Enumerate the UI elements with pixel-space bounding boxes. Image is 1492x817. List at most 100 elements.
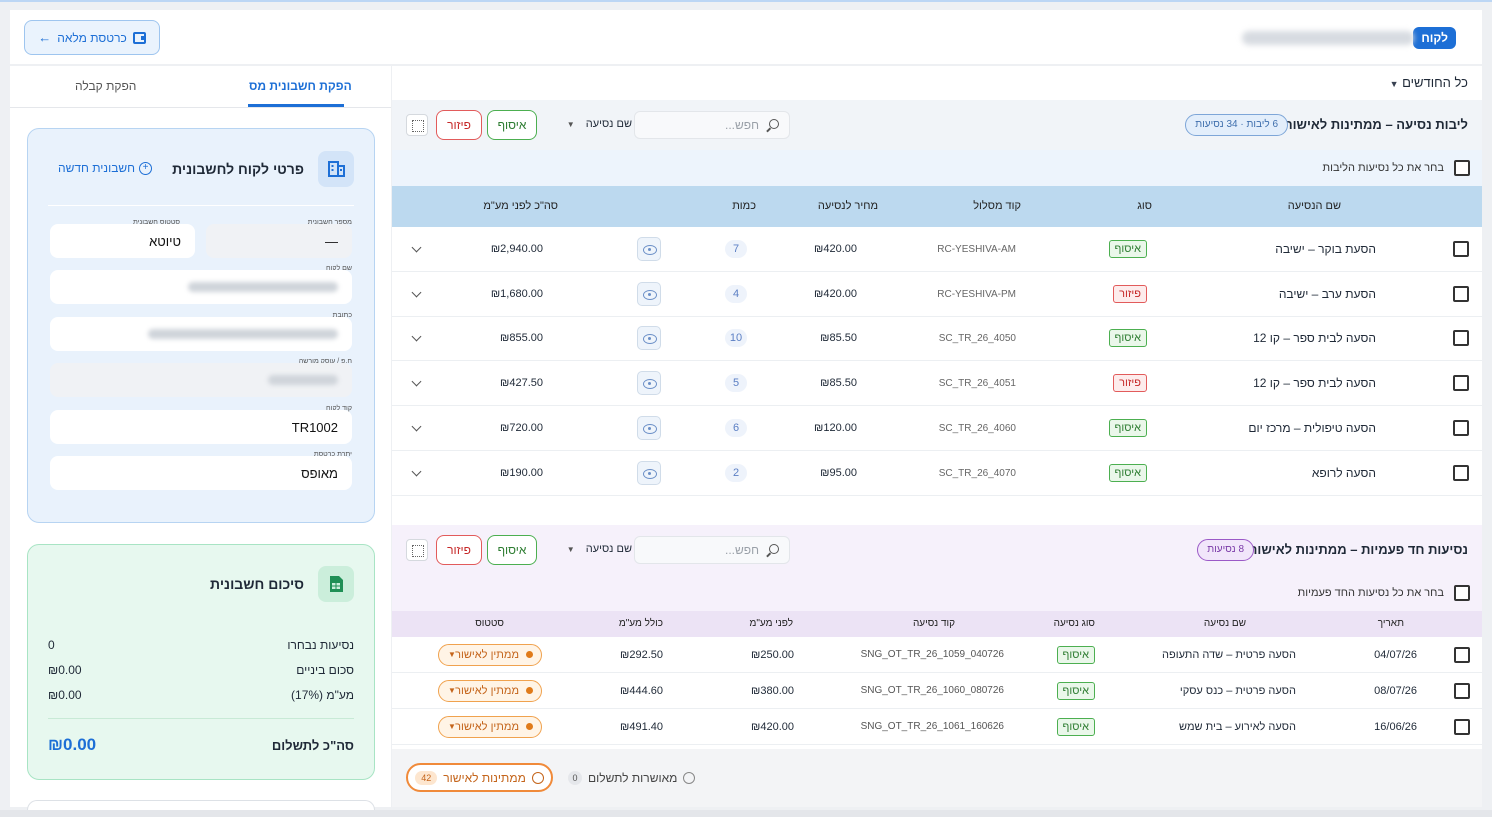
- row-checkbox[interactable]: [1453, 464, 1469, 481]
- table-row[interactable]: הסעת ערב – ישיבה פיזור RC-YESHIVA-PM ₪420.0…: [392, 272, 1482, 317]
- new-invoice-button[interactable]: + חשבונית חדשה: [58, 161, 153, 175]
- oneoff-select-all[interactable]: בחר את כל נסיעות החד פעמיות: [392, 575, 1482, 611]
- plus-circle-icon: +: [139, 161, 153, 175]
- escort-pickup-filter[interactable]: איסוף: [487, 110, 537, 140]
- pending-tab[interactable]: ממתינות לאישור 42: [406, 763, 553, 792]
- row-checkbox[interactable]: [1454, 719, 1470, 735]
- customer-name-field[interactable]: [50, 270, 352, 304]
- trip-qty: 10: [725, 329, 747, 348]
- table-row[interactable]: 04/07/26 הסעה פרטית – שדה התעופה איסוף SNG_…: [392, 637, 1482, 673]
- escort-table-header: שם הנסיעה סוג קוד מסלול מחיר לנסיעה כמות…: [392, 186, 1482, 227]
- trip-date: 08/07/26: [1374, 685, 1417, 697]
- row-checkbox[interactable]: [1453, 419, 1469, 436]
- route-code: SC_TR_26_4050: [938, 333, 1016, 345]
- table-row[interactable]: הסעה לבית ספר – קו 12 איסוף SC_TR_26_4050 ₪…: [392, 316, 1482, 362]
- select-all-checkbox[interactable]: [1454, 160, 1470, 176]
- chevron-down-icon[interactable]: [411, 242, 422, 253]
- trip-total: ₪855.00: [500, 332, 543, 345]
- table-row[interactable]: הסעה לבית ספר – קו 12 פיזור SC_TR_26_4051 ₪…: [392, 361, 1482, 407]
- escort-dropoff-filter[interactable]: פיזור: [436, 110, 482, 140]
- eye-icon[interactable]: [637, 415, 661, 440]
- oneoff-sort-select[interactable]: שם נסיעה ▼: [552, 543, 632, 555]
- pending-count: 42: [415, 770, 438, 785]
- eye-icon[interactable]: [637, 460, 661, 485]
- row-checkbox[interactable]: [1454, 647, 1470, 663]
- escort-select-all[interactable]: בחר את כל נסיעות הליבות: [392, 150, 1482, 186]
- customer-pill: לקוח: [1413, 27, 1456, 49]
- bottom-edge: [0, 810, 1492, 817]
- status-dropdown[interactable]: ממתין לאישור ▼: [438, 680, 542, 702]
- row-checkbox[interactable]: [1453, 375, 1469, 392]
- status-tabs-bar: מאושרות לתשלום 0 ממתינות לאישור 42: [392, 749, 1482, 807]
- trip-date: 04/07/26: [1374, 649, 1417, 661]
- company-id-field: [50, 363, 352, 397]
- expand-icon[interactable]: [406, 114, 428, 136]
- invoice-summary-card: סיכום חשבונית נסיעות נבחרו 0 סכום ביניים…: [27, 544, 375, 780]
- oneoff-table-body: 04/07/26 הסעה פרטית – שדה התעופה איסוף SNG_…: [392, 637, 1482, 749]
- invoice-status-field: טיוטא: [50, 224, 195, 258]
- trip-type-badge: איסוף: [1056, 718, 1095, 736]
- row-checkbox[interactable]: [1453, 241, 1469, 257]
- eye-icon[interactable]: [637, 326, 661, 351]
- months-filter[interactable]: כל החודשים ▼: [392, 66, 1482, 100]
- col-header: מחיר לנסיעה: [817, 200, 878, 212]
- tab-tax-invoice[interactable]: הפקת חשבונית מס: [249, 79, 352, 93]
- oneoff-search-placeholder: חפש...: [725, 543, 759, 557]
- col-header: כמות: [732, 200, 756, 212]
- oneoff-search-input[interactable]: חפש...: [634, 536, 790, 564]
- customer-code-value: TR1002: [291, 420, 338, 435]
- trip-price: ₪120.00: [814, 421, 857, 434]
- escort-search-input[interactable]: חפש...: [634, 111, 790, 139]
- trip-type-badge: איסוף: [1108, 463, 1147, 482]
- chevron-down-icon[interactable]: [411, 287, 422, 298]
- row-checkbox[interactable]: [1453, 285, 1469, 302]
- eye-icon[interactable]: [637, 281, 661, 306]
- company-id-blurred: [268, 375, 338, 385]
- col-header: שם הנסיעה: [1287, 200, 1341, 212]
- oneoff-count-badge: 8 נסיעות: [1197, 539, 1254, 561]
- full-card-button[interactable]: כרטסת מלאה ←: [24, 20, 160, 55]
- balance-field: מאופס: [50, 456, 352, 490]
- oneoff-pickup-filter[interactable]: איסוף: [487, 535, 537, 565]
- full-card-label: כרטסת מלאה: [57, 30, 127, 45]
- active-tab-indicator: [248, 104, 344, 107]
- row-checkbox[interactable]: [1454, 683, 1470, 699]
- status-dropdown[interactable]: ממתין לאישור ▼: [438, 716, 542, 738]
- row-checkbox[interactable]: [1453, 330, 1469, 347]
- chevron-down-icon[interactable]: [411, 466, 422, 476]
- tab-receipt[interactable]: הפקת קבלה: [75, 79, 136, 93]
- invoice-sidebar: הפקת חשבונית מס הפקת קבלה פרטי לקוח לחשב…: [10, 66, 391, 810]
- col-header: קוד מסלול: [973, 200, 1021, 212]
- eye-icon[interactable]: [637, 237, 661, 261]
- escort-table-body: הסעת בוקר – ישיבה איסוף RC-YESHIVA-AM ₪420.…: [392, 227, 1482, 496]
- vat-label: מע"מ (17%): [291, 688, 354, 702]
- price-incl-vat: ₪292.50: [620, 649, 663, 661]
- approved-tab[interactable]: מאושרות לתשלום 0: [568, 767, 696, 789]
- oneoff-dropoff-filter[interactable]: פיזור: [436, 535, 482, 565]
- table-row[interactable]: הסעה טיפולית – מרכז יום איסוף SC_TR_26_406…: [392, 406, 1482, 451]
- total-value: ₪0.00: [48, 735, 97, 754]
- table-row[interactable]: הסעה לרופא איסוף SC_TR_26_4070 ₪95.00 2 ₪190.…: [392, 451, 1482, 496]
- trip-qty: 7: [725, 240, 747, 258]
- chevron-down-icon[interactable]: [411, 331, 422, 342]
- address-field[interactable]: [50, 317, 352, 351]
- chevron-down-icon[interactable]: [411, 376, 422, 387]
- table-row[interactable]: 16/06/26 הסעה לאירוע – בית שמש איסוף SNG_OT…: [392, 709, 1482, 745]
- table-row[interactable]: 08/07/26 הסעה פרטית – כנס עסקי איסוף SNG_OT…: [392, 673, 1482, 709]
- trip-type-badge: פיזור: [1113, 284, 1147, 303]
- trip-date: 16/06/26: [1374, 721, 1417, 733]
- route-code: RC-YESHIVA-PM: [937, 288, 1016, 300]
- select-all-checkbox[interactable]: [1454, 585, 1470, 601]
- approved-tab-label: מאושרות לתשלום: [588, 771, 678, 785]
- status-label: ממתין לאישור: [455, 721, 519, 733]
- escort-sort-select[interactable]: שם נסיעה ▼: [552, 118, 632, 130]
- status-dropdown[interactable]: ממתין לאישור ▼: [438, 644, 542, 666]
- eye-icon[interactable]: [637, 371, 661, 396]
- table-row[interactable]: הסעת בוקר – ישיבה איסוף RC-YESHIVA-AM ₪420.…: [392, 227, 1482, 272]
- oneoff-section-title: נסיעות חד פעמיות – ממתינות לאישור: [1249, 542, 1468, 557]
- status-label: ממתין לאישור: [455, 685, 519, 697]
- chevron-down-icon[interactable]: [411, 421, 422, 432]
- escort-sort-label: שם נסיעה: [585, 118, 632, 130]
- search-icon: [769, 544, 779, 554]
- expand-icon[interactable]: [406, 539, 428, 561]
